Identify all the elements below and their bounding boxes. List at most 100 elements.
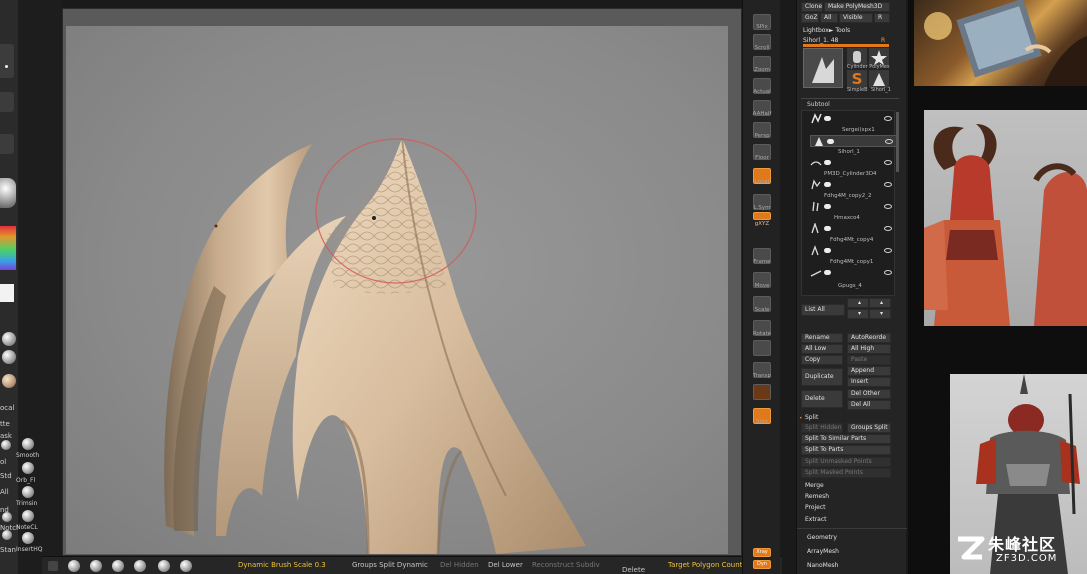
split-hidden-button[interactable]: Split Hidden bbox=[801, 423, 843, 433]
del-hidden-button[interactable]: Del Hidden bbox=[440, 561, 479, 569]
visible-button[interactable]: Visible bbox=[839, 13, 873, 23]
eye-icon[interactable] bbox=[884, 204, 892, 209]
arrow-up2-button[interactable]: ▴ bbox=[869, 298, 891, 308]
split-header[interactable]: Split bbox=[805, 414, 818, 421]
delete-subtool-button[interactable]: Delete bbox=[801, 390, 843, 408]
material-sphere-2[interactable] bbox=[2, 350, 16, 364]
extract-header[interactable]: Extract bbox=[805, 516, 827, 523]
bottom-button[interactable] bbox=[48, 561, 58, 571]
arrow-up-button[interactable]: ▴ bbox=[847, 298, 869, 308]
eye-icon[interactable] bbox=[884, 160, 892, 165]
bottom-sphere-3[interactable] bbox=[112, 560, 124, 572]
tool-thumbnail-main[interactable] bbox=[803, 48, 843, 88]
delete-button[interactable]: Delete bbox=[622, 566, 645, 574]
arraymesh-header[interactable]: ArrayMesh bbox=[807, 548, 839, 555]
eye-icon[interactable] bbox=[884, 182, 892, 187]
material-sphere-1[interactable] bbox=[2, 332, 16, 346]
lightbox-tools-label[interactable]: Lightbox► Tools bbox=[803, 27, 850, 34]
project-header[interactable]: Project bbox=[805, 504, 826, 511]
subtool-row[interactable] bbox=[810, 223, 898, 235]
copy-button[interactable]: Copy bbox=[801, 355, 843, 365]
brush-orb-icon[interactable] bbox=[22, 462, 34, 474]
eye-icon[interactable] bbox=[884, 270, 892, 275]
brush-sphere-1[interactable] bbox=[1, 440, 11, 450]
brush-trim-icon[interactable] bbox=[22, 486, 34, 498]
geometry-header[interactable]: Geometry bbox=[807, 534, 837, 541]
brush-insert-icon[interactable] bbox=[22, 532, 34, 544]
goz-button[interactable]: GoZ bbox=[801, 13, 819, 23]
dynamic-brush-scale[interactable]: Dynamic Brush Scale 0.3 bbox=[238, 561, 326, 569]
sihorl-thumb[interactable] bbox=[869, 70, 889, 88]
clone-button[interactable]: Clone bbox=[801, 2, 823, 12]
target-polygon-count[interactable]: Target Polygon Count bbox=[668, 561, 742, 569]
xray-button[interactable]: Xray bbox=[753, 548, 771, 557]
subtool-row[interactable] bbox=[810, 179, 898, 191]
visibility-toggle[interactable] bbox=[824, 204, 831, 209]
del-other-button[interactable]: Del Other bbox=[847, 389, 891, 399]
split-similar-parts-button[interactable]: Split To Similar Parts bbox=[801, 434, 891, 444]
brush-notch-icon[interactable] bbox=[22, 510, 34, 522]
arrow-down-button[interactable]: ▾ bbox=[847, 309, 869, 319]
polyf-icon[interactable] bbox=[753, 340, 771, 356]
color-picker[interactable] bbox=[0, 226, 16, 270]
bottom-sphere-2[interactable] bbox=[90, 560, 102, 572]
tool-button[interactable] bbox=[0, 134, 14, 154]
rename-button[interactable]: Rename bbox=[801, 333, 843, 343]
bottom-sphere-1[interactable] bbox=[68, 560, 80, 572]
ghost-icon[interactable] bbox=[753, 384, 771, 400]
insert-button[interactable]: Insert bbox=[847, 377, 891, 387]
split-to-parts-button[interactable]: Split To Parts bbox=[801, 445, 891, 455]
merge-header[interactable]: Merge bbox=[805, 482, 824, 489]
paste-button[interactable]: Paste bbox=[847, 355, 891, 365]
del-all-button[interactable]: Del All bbox=[847, 400, 891, 410]
subtool-row[interactable] bbox=[810, 201, 898, 213]
groups-split-button[interactable]: Groups Split bbox=[847, 423, 891, 433]
gxyz-icon[interactable] bbox=[753, 212, 771, 220]
autoreorder-button[interactable]: AutoReorde bbox=[847, 333, 891, 343]
subtool-row[interactable] bbox=[810, 157, 898, 169]
tool-slider[interactable] bbox=[803, 44, 889, 47]
material-sphere-3[interactable] bbox=[2, 374, 16, 388]
subtool-row[interactable] bbox=[810, 267, 898, 279]
simplebrush-thumb[interactable]: S bbox=[847, 70, 867, 88]
all-high-button[interactable]: All High bbox=[847, 344, 891, 354]
material-preview[interactable] bbox=[0, 178, 16, 208]
subtool-header[interactable]: Subtool bbox=[807, 101, 830, 108]
bottom-sphere-4[interactable] bbox=[134, 560, 146, 572]
visibility-toggle[interactable] bbox=[824, 116, 831, 121]
r-button[interactable]: R bbox=[874, 13, 890, 23]
split-unmasked-button[interactable]: Split Unmasked Points bbox=[801, 457, 891, 467]
visibility-toggle[interactable] bbox=[827, 139, 834, 144]
visibility-toggle[interactable] bbox=[824, 182, 831, 187]
tool-button[interactable] bbox=[0, 92, 14, 112]
duplicate-button[interactable]: Duplicate bbox=[801, 368, 843, 386]
append-button[interactable]: Append bbox=[847, 366, 891, 376]
bottom-sphere-6[interactable] bbox=[180, 560, 192, 572]
brush-sphere-3[interactable] bbox=[2, 530, 12, 540]
eye-icon[interactable] bbox=[884, 248, 892, 253]
subtool-row-active[interactable] bbox=[810, 135, 898, 147]
groups-split-dynamic[interactable]: Groups Split Dynamic bbox=[352, 561, 428, 569]
subtool-scrollbar[interactable] bbox=[896, 112, 899, 172]
nanomesh-header[interactable]: NanoMesh bbox=[807, 562, 838, 569]
eye-icon[interactable] bbox=[884, 226, 892, 231]
visibility-toggle[interactable] bbox=[824, 270, 831, 275]
all-button[interactable]: All bbox=[820, 13, 838, 23]
arrow-down2-button[interactable]: ▾ bbox=[869, 309, 891, 319]
visibility-toggle[interactable] bbox=[824, 248, 831, 253]
eye-icon[interactable] bbox=[885, 139, 893, 144]
subtool-row[interactable] bbox=[810, 245, 898, 257]
make-polymesh-button[interactable]: Make PolyMesh3D bbox=[824, 2, 890, 12]
brush-smooth-icon[interactable] bbox=[22, 438, 34, 450]
split-masked-button[interactable]: Split Masked Points bbox=[801, 468, 891, 478]
bottom-sphere-5[interactable] bbox=[158, 560, 170, 572]
subtool-row[interactable] bbox=[810, 113, 898, 125]
list-all-button[interactable]: List All bbox=[801, 304, 845, 316]
all-low-button[interactable]: All Low bbox=[801, 344, 843, 354]
del-lower-button[interactable]: Del Lower bbox=[488, 561, 523, 569]
visibility-toggle[interactable] bbox=[824, 160, 831, 165]
remesh-header[interactable]: Remesh bbox=[805, 493, 829, 500]
visibility-toggle[interactable] bbox=[824, 226, 831, 231]
dyn-button[interactable]: Dyn bbox=[753, 560, 771, 569]
main-color-swatch[interactable] bbox=[0, 284, 14, 302]
